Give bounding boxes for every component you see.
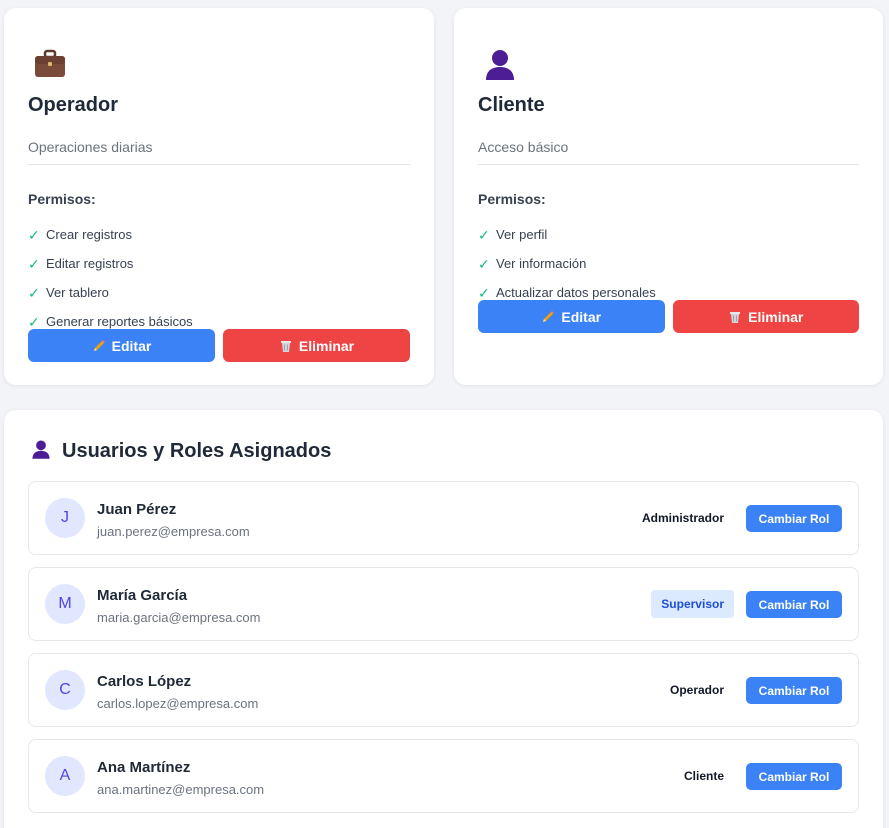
- role-title: Operador: [28, 94, 119, 116]
- user-list: J Juan Pérez juan.perez@empresa.com Admi…: [28, 481, 859, 825]
- user-row: M María García maria.garcia@empresa.com …: [28, 567, 859, 641]
- delete-button-label: Eliminar: [298, 337, 355, 354]
- user-silhouette-icon: [482, 46, 518, 82]
- avatar: J: [45, 498, 85, 538]
- user-name: Ana Martínez: [97, 759, 191, 776]
- edit-button[interactable]: Editar: [28, 329, 215, 362]
- permissions-heading: Permisos:: [28, 191, 96, 207]
- permissions-list: ✓ Crear registros ✓ Editar registros ✓ Ver …: [28, 227, 193, 343]
- check-icon: ✓: [28, 256, 40, 272]
- check-icon: ✓: [28, 314, 40, 330]
- delete-button[interactable]: Eliminar: [223, 329, 410, 362]
- user-email: juan.perez@empresa.com: [97, 524, 250, 539]
- user-row: J Juan Pérez juan.perez@empresa.com Admi…: [28, 481, 859, 555]
- change-role-button[interactable]: Cambiar Rol: [746, 763, 842, 790]
- user-name: María García: [97, 587, 188, 604]
- edit-button[interactable]: Editar: [478, 300, 665, 333]
- role-actions: Editar Eliminar: [28, 329, 410, 362]
- role-badge: Cliente: [683, 769, 724, 783]
- role-description: Acceso básico: [478, 139, 569, 155]
- user-name: Juan Pérez: [97, 501, 177, 518]
- users-roles-section: Usuarios y Roles Asignados J Juan Pérez …: [4, 410, 883, 828]
- user-email: maria.garcia@empresa.com: [97, 610, 261, 625]
- user-row: C Carlos López carlos.lopez@empresa.com …: [28, 653, 859, 727]
- permission-item: ✓ Editar registros: [28, 256, 134, 272]
- change-role-button[interactable]: Cambiar Rol: [746, 591, 842, 618]
- edit-button-label: Editar: [561, 308, 602, 325]
- section-title: Usuarios y Roles Asignados: [62, 440, 332, 462]
- role-badge: Operador: [669, 683, 724, 697]
- permissions-heading: Permisos:: [478, 191, 546, 207]
- trash-icon: [728, 310, 742, 324]
- user-name: Carlos López: [97, 673, 192, 690]
- edit-button-label: Editar: [111, 337, 152, 354]
- user-email: ana.martinez@empresa.com: [97, 782, 265, 797]
- check-icon: ✓: [478, 227, 490, 243]
- user-row: A Ana Martínez ana.martinez@empresa.com …: [28, 739, 859, 813]
- role-badge: Administrador: [641, 511, 724, 525]
- check-icon: ✓: [478, 285, 490, 301]
- role-badge: Supervisor: [651, 590, 734, 618]
- check-icon: ✓: [28, 285, 40, 301]
- avatar: M: [45, 584, 85, 624]
- avatar: C: [45, 670, 85, 710]
- check-icon: ✓: [28, 227, 40, 243]
- user-email: carlos.lopez@empresa.com: [97, 696, 259, 711]
- divider: [28, 164, 410, 165]
- role-card-operador: Operador Operaciones diarias Permisos: ✓…: [4, 8, 434, 385]
- trash-icon: [279, 339, 293, 353]
- pencil-icon: [541, 310, 555, 324]
- permission-item: ✓ Ver información: [478, 256, 587, 272]
- check-icon: ✓: [478, 256, 490, 272]
- role-description: Operaciones diarias: [28, 139, 153, 155]
- role-actions: Editar Eliminar: [478, 300, 859, 333]
- delete-button[interactable]: Eliminar: [672, 300, 859, 333]
- role-title: Cliente: [478, 94, 545, 116]
- section-header: Usuarios y Roles Asignados: [30, 438, 331, 465]
- change-role-button[interactable]: Cambiar Rol: [746, 505, 842, 532]
- pencil-icon: [92, 339, 106, 353]
- change-role-button[interactable]: Cambiar Rol: [746, 677, 842, 704]
- avatar: A: [45, 756, 85, 796]
- delete-button-label: Eliminar: [748, 308, 804, 325]
- user-silhouette-icon: [30, 438, 52, 465]
- role-card-cliente: Cliente Acceso básico Permisos: ✓ Ver per…: [454, 8, 883, 385]
- permission-item: ✓ Ver perfil: [478, 227, 548, 243]
- permission-item: ✓ Ver tablero: [28, 285, 109, 301]
- permission-item: ✓ Crear registros: [28, 227, 132, 243]
- briefcase-icon: [32, 46, 68, 82]
- divider: [478, 164, 859, 165]
